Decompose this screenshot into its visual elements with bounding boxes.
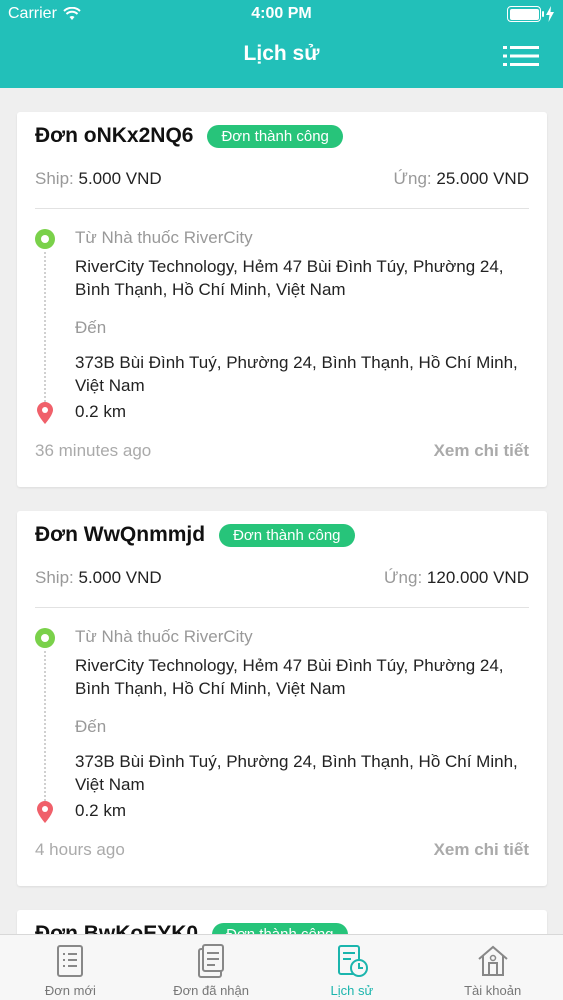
pickup-address: RiverCity Technology, Hẻm 47 Bùi Đình Tú… [75, 656, 504, 698]
pickup-label: Từ Nhà thuốc RiverCity [75, 228, 253, 247]
history-icon [337, 945, 368, 977]
ship-fee-label: Ship: [35, 169, 74, 188]
order-history-list[interactable]: Đơn oNKx2NQ6 Đơn thành công Ship: 5.000 … [0, 88, 563, 934]
status-badge: Đơn thành công [212, 922, 348, 934]
route-line [44, 252, 46, 402]
order-code: Đơn WwQnmmjd [35, 523, 206, 546]
tab-label: Đơn mới [44, 983, 96, 998]
received-orders-icon [198, 944, 225, 978]
status-bar: Carrier 4:00 PM [0, 0, 563, 28]
pickup-address: RiverCity Technology, Hẻm 47 Bùi Đình Tú… [75, 257, 504, 299]
advance-value: 120.000 VND [426, 568, 529, 587]
ship-fee-label: Ship: [35, 568, 74, 587]
account-icon [477, 945, 508, 976]
tab-new-orders[interactable]: Đơn mới [0, 935, 141, 1000]
divider [35, 607, 529, 608]
page-title: Lịch sử [243, 42, 320, 65]
tab-history[interactable]: Lịch sử [282, 935, 423, 1000]
tab-account[interactable]: Tài khoản [422, 935, 563, 1000]
order-card[interactable]: Đơn WwQnmmjd Đơn thành công Ship: 5.000 … [17, 511, 547, 886]
charging-bolt-icon [546, 6, 554, 22]
distance: 0.2 km [75, 801, 127, 820]
tab-label: Tài khoản [464, 983, 522, 998]
divider [35, 208, 529, 209]
time-ago: 4 hours ago [35, 840, 125, 859]
route-line [44, 651, 46, 801]
origin-dot-icon [35, 229, 55, 249]
order-code: Đơn oNKx2NQ6 [35, 124, 194, 147]
location-pin-icon [37, 801, 53, 823]
status-badge: Đơn thành công [207, 124, 343, 148]
distance: 0.2 km [75, 402, 127, 421]
status-time: 4:00 PM [251, 5, 312, 22]
order-code: Đơn BwKoEYK0 [35, 922, 199, 934]
tab-label: Lịch sử [330, 983, 374, 998]
dropoff-address: 373B Bùi Đình Tuý, Phường 24, Bình Thạnh… [75, 752, 518, 794]
menu-list-icon[interactable] [503, 45, 539, 67]
ship-fee-value: 5.000 VND [78, 169, 162, 188]
advance-label: Ứng: [384, 568, 423, 587]
location-pin-icon [37, 402, 53, 424]
tab-label: Đơn đã nhận [173, 983, 249, 998]
view-detail-link[interactable]: Xem chi tiết [434, 840, 529, 860]
time-ago: 36 minutes ago [35, 441, 152, 460]
view-detail-link[interactable]: Xem chi tiết [434, 441, 529, 461]
pickup-label: Từ Nhà thuốc RiverCity [75, 627, 253, 646]
origin-dot-icon [35, 628, 55, 648]
status-badge: Đơn thành công [219, 523, 355, 547]
battery-icon [507, 6, 544, 22]
order-card[interactable]: Đơn oNKx2NQ6 Đơn thành công Ship: 5.000 … [17, 112, 547, 487]
order-card[interactable]: Đơn BwKoEYK0 Đơn thành công [17, 910, 547, 934]
advance-label: Ứng: [393, 169, 432, 188]
tab-received-orders[interactable]: Đơn đã nhận [141, 935, 282, 1000]
dropoff-address: 373B Bùi Đình Tuý, Phường 24, Bình Thạnh… [75, 353, 518, 395]
app-header: Carrier 4:00 PM Lịch sử [0, 0, 563, 88]
new-order-icon [57, 945, 84, 977]
advance-value: 25.000 VND [436, 169, 529, 188]
dropoff-label: Đến [75, 717, 107, 736]
ship-fee-value: 5.000 VND [78, 568, 162, 587]
dropoff-label: Đến [75, 318, 107, 337]
tab-bar: Đơn mới Đơn đã nhận Lịch sử Tài khoản [0, 934, 563, 1000]
